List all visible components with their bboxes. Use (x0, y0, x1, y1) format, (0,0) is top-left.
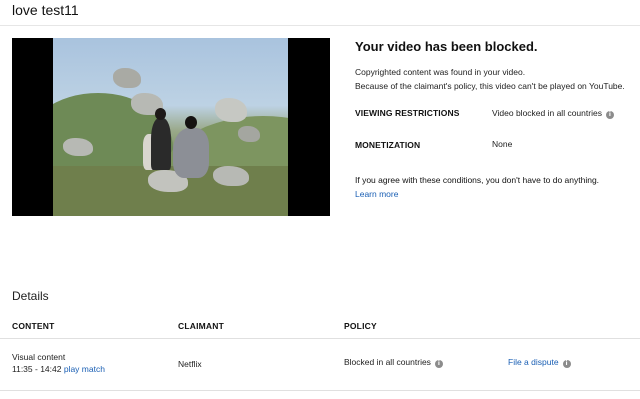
video-title: love test11 (12, 2, 79, 18)
header-divider (0, 25, 640, 26)
policy-text: Blocked in all countries (344, 357, 431, 367)
video-thumbnail (53, 38, 288, 216)
table-bottom-divider (0, 390, 640, 391)
viewing-restrictions-value: Video blocked in all countries i (492, 108, 614, 119)
details-heading: Details (12, 289, 49, 303)
viewing-restrictions-text: Video blocked in all countries (492, 108, 602, 118)
table-header-divider (0, 338, 640, 339)
content-time: 11:35 - 14:42 play match (12, 364, 105, 374)
viewing-restrictions-label: VIEWING RESTRICTIONS (355, 108, 460, 118)
info-icon[interactable]: i (434, 360, 443, 368)
file-dispute-link[interactable]: File a dispute (508, 357, 559, 367)
claimant-name: Netflix (178, 359, 202, 369)
blocked-heading: Your video has been blocked. (355, 39, 538, 54)
info-icon[interactable]: i (562, 360, 571, 368)
info-icon[interactable]: i (605, 111, 614, 119)
column-header-claimant: CLAIMANT (178, 321, 224, 331)
dispute-action: File a dispute i (508, 357, 571, 368)
time-range: 11:35 - 14:42 (12, 364, 62, 374)
column-header-policy: POLICY (344, 321, 377, 331)
policy-value: Blocked in all countries i (344, 357, 443, 368)
column-header-content: CONTENT (12, 321, 55, 331)
monetization-label: MONETIZATION (355, 140, 421, 150)
play-match-link[interactable]: play match (64, 364, 105, 374)
content-type: Visual content (12, 352, 66, 362)
monetization-value: None (492, 139, 513, 149)
learn-more-link[interactable]: Learn more (355, 189, 398, 199)
video-player[interactable] (12, 38, 330, 216)
copyright-notice: Copyrighted content was found in your vi… (355, 67, 526, 77)
policy-notice: Because of the claimant's policy, this v… (355, 81, 625, 91)
agreement-text: If you agree with these conditions, you … (355, 175, 600, 185)
